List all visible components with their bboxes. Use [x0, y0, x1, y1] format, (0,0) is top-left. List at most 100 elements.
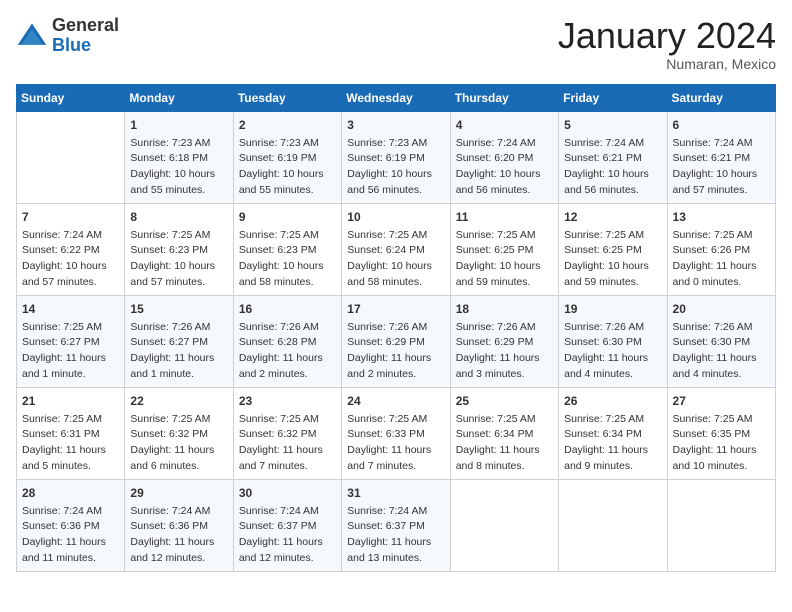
day-number: 22 [130, 392, 227, 410]
day-number: 26 [564, 392, 661, 410]
calendar-cell: 26 Sunrise: 7:25 AM Sunset: 6:34 PM Dayli… [559, 387, 667, 479]
day-number: 14 [22, 300, 119, 318]
calendar-week-3: 14 Sunrise: 7:25 AM Sunset: 6:27 PM Dayli… [17, 295, 776, 387]
logo-blue: Blue [52, 35, 91, 55]
calendar-cell: 16Sunrise: 7:26 AM Sunset: 6:28 PM Dayli… [233, 295, 341, 387]
cell-content: Sunrise: 7:23 AM Sunset: 6:18 PM Dayligh… [130, 136, 227, 199]
calendar-cell: 9Sunrise: 7:25 AM Sunset: 6:23 PM Daylig… [233, 203, 341, 295]
calendar-header-row: SundayMondayTuesdayWednesdayThursdayFrid… [17, 84, 776, 111]
calendar-cell: 3 Sunrise: 7:23 AM Sunset: 6:19 PM Daylig… [342, 111, 450, 203]
calendar-week-1: 1 Sunrise: 7:23 AM Sunset: 6:18 PM Daylig… [17, 111, 776, 203]
calendar-cell [667, 479, 775, 571]
cell-content: Sunrise: 7:24 AM Sunset: 6:37 PM Dayligh… [347, 504, 444, 567]
calendar-cell [17, 111, 125, 203]
logo-icon [16, 20, 48, 52]
title-block: January 2024 Numaran, Mexico [558, 16, 776, 72]
month-title: January 2024 [558, 16, 776, 56]
calendar-cell [559, 479, 667, 571]
day-number: 6 [673, 116, 770, 134]
cell-content: Sunrise: 7:25 AM Sunset: 6:25 PM Dayligh… [456, 228, 553, 291]
header-day-saturday: Saturday [667, 84, 775, 111]
calendar-cell: 12Sunrise: 7:25 AM Sunset: 6:25 PM Dayli… [559, 203, 667, 295]
cell-content: Sunrise: 7:25 AM Sunset: 6:35 PM Dayligh… [673, 412, 770, 475]
header-day-friday: Friday [559, 84, 667, 111]
header-day-tuesday: Tuesday [233, 84, 341, 111]
day-number: 29 [130, 484, 227, 502]
day-number: 3 [347, 116, 444, 134]
calendar-cell: 5 Sunrise: 7:24 AM Sunset: 6:21 PM Daylig… [559, 111, 667, 203]
calendar-cell: 14 Sunrise: 7:25 AM Sunset: 6:27 PM Dayli… [17, 295, 125, 387]
calendar-cell: 20Sunrise: 7:26 AM Sunset: 6:30 PM Dayli… [667, 295, 775, 387]
day-number: 11 [456, 208, 553, 226]
day-number: 31 [347, 484, 444, 502]
day-number: 17 [347, 300, 444, 318]
calendar-cell: 13 Sunrise: 7:25 AM Sunset: 6:26 PM Dayli… [667, 203, 775, 295]
cell-content: Sunrise: 7:24 AM Sunset: 6:20 PM Dayligh… [456, 136, 553, 199]
day-number: 8 [130, 208, 227, 226]
header-day-sunday: Sunday [17, 84, 125, 111]
calendar-cell: 22Sunrise: 7:25 AM Sunset: 6:32 PM Dayli… [125, 387, 233, 479]
calendar-cell: 6 Sunrise: 7:24 AM Sunset: 6:21 PM Daylig… [667, 111, 775, 203]
day-number: 7 [22, 208, 119, 226]
header-day-wednesday: Wednesday [342, 84, 450, 111]
day-number: 19 [564, 300, 661, 318]
cell-content: Sunrise: 7:26 AM Sunset: 6:29 PM Dayligh… [347, 320, 444, 383]
calendar-cell [450, 479, 558, 571]
calendar-cell: 25Sunrise: 7:25 AM Sunset: 6:34 PM Dayli… [450, 387, 558, 479]
day-number: 27 [673, 392, 770, 410]
day-number: 18 [456, 300, 553, 318]
cell-content: Sunrise: 7:25 AM Sunset: 6:32 PM Dayligh… [239, 412, 336, 475]
calendar-cell: 1 Sunrise: 7:23 AM Sunset: 6:18 PM Daylig… [125, 111, 233, 203]
cell-content: Sunrise: 7:23 AM Sunset: 6:19 PM Dayligh… [347, 136, 444, 199]
logo: General Blue [16, 16, 119, 56]
calendar-cell: 2Sunrise: 7:23 AM Sunset: 6:19 PM Daylig… [233, 111, 341, 203]
day-number: 15 [130, 300, 227, 318]
calendar-week-4: 21Sunrise: 7:25 AM Sunset: 6:31 PM Dayli… [17, 387, 776, 479]
day-number: 21 [22, 392, 119, 410]
calendar-cell: 17 Sunrise: 7:26 AM Sunset: 6:29 PM Dayli… [342, 295, 450, 387]
cell-content: Sunrise: 7:26 AM Sunset: 6:30 PM Dayligh… [673, 320, 770, 383]
calendar-cell: 28 Sunrise: 7:24 AM Sunset: 6:36 PM Dayli… [17, 479, 125, 571]
day-number: 12 [564, 208, 661, 226]
header-day-monday: Monday [125, 84, 233, 111]
day-number: 4 [456, 116, 553, 134]
cell-content: Sunrise: 7:24 AM Sunset: 6:36 PM Dayligh… [130, 504, 227, 567]
day-number: 5 [564, 116, 661, 134]
day-number: 30 [239, 484, 336, 502]
cell-content: Sunrise: 7:25 AM Sunset: 6:34 PM Dayligh… [564, 412, 661, 475]
cell-content: Sunrise: 7:25 AM Sunset: 6:27 PM Dayligh… [22, 320, 119, 383]
calendar-week-2: 7 Sunrise: 7:24 AM Sunset: 6:22 PM Daylig… [17, 203, 776, 295]
calendar-cell: 4 Sunrise: 7:24 AM Sunset: 6:20 PM Daylig… [450, 111, 558, 203]
calendar-cell: 27 Sunrise: 7:25 AM Sunset: 6:35 PM Dayli… [667, 387, 775, 479]
day-number: 28 [22, 484, 119, 502]
day-number: 25 [456, 392, 553, 410]
header-day-thursday: Thursday [450, 84, 558, 111]
calendar-cell: 7 Sunrise: 7:24 AM Sunset: 6:22 PM Daylig… [17, 203, 125, 295]
cell-content: Sunrise: 7:25 AM Sunset: 6:23 PM Dayligh… [130, 228, 227, 291]
calendar-cell: 18 Sunrise: 7:26 AM Sunset: 6:29 PM Dayli… [450, 295, 558, 387]
cell-content: Sunrise: 7:26 AM Sunset: 6:29 PM Dayligh… [456, 320, 553, 383]
cell-content: Sunrise: 7:25 AM Sunset: 6:26 PM Dayligh… [673, 228, 770, 291]
day-number: 13 [673, 208, 770, 226]
cell-content: Sunrise: 7:24 AM Sunset: 6:36 PM Dayligh… [22, 504, 119, 567]
cell-content: Sunrise: 7:25 AM Sunset: 6:24 PM Dayligh… [347, 228, 444, 291]
cell-content: Sunrise: 7:24 AM Sunset: 6:37 PM Dayligh… [239, 504, 336, 567]
cell-content: Sunrise: 7:25 AM Sunset: 6:23 PM Dayligh… [239, 228, 336, 291]
cell-content: Sunrise: 7:25 AM Sunset: 6:33 PM Dayligh… [347, 412, 444, 475]
day-number: 24 [347, 392, 444, 410]
cell-content: Sunrise: 7:24 AM Sunset: 6:21 PM Dayligh… [673, 136, 770, 199]
day-number: 1 [130, 116, 227, 134]
calendar-cell: 19Sunrise: 7:26 AM Sunset: 6:30 PM Dayli… [559, 295, 667, 387]
calendar-cell: 29 Sunrise: 7:24 AM Sunset: 6:36 PM Dayli… [125, 479, 233, 571]
cell-content: Sunrise: 7:24 AM Sunset: 6:22 PM Dayligh… [22, 228, 119, 291]
location: Numaran, Mexico [558, 56, 776, 72]
cell-content: Sunrise: 7:23 AM Sunset: 6:19 PM Dayligh… [239, 136, 336, 199]
page-header: General Blue January 2024 Numaran, Mexic… [16, 16, 776, 72]
calendar-cell: 21Sunrise: 7:25 AM Sunset: 6:31 PM Dayli… [17, 387, 125, 479]
cell-content: Sunrise: 7:24 AM Sunset: 6:21 PM Dayligh… [564, 136, 661, 199]
day-number: 10 [347, 208, 444, 226]
day-number: 16 [239, 300, 336, 318]
calendar-cell: 31 Sunrise: 7:24 AM Sunset: 6:37 PM Dayli… [342, 479, 450, 571]
calendar-cell: 11 Sunrise: 7:25 AM Sunset: 6:25 PM Dayli… [450, 203, 558, 295]
calendar-cell: 24 Sunrise: 7:25 AM Sunset: 6:33 PM Dayli… [342, 387, 450, 479]
